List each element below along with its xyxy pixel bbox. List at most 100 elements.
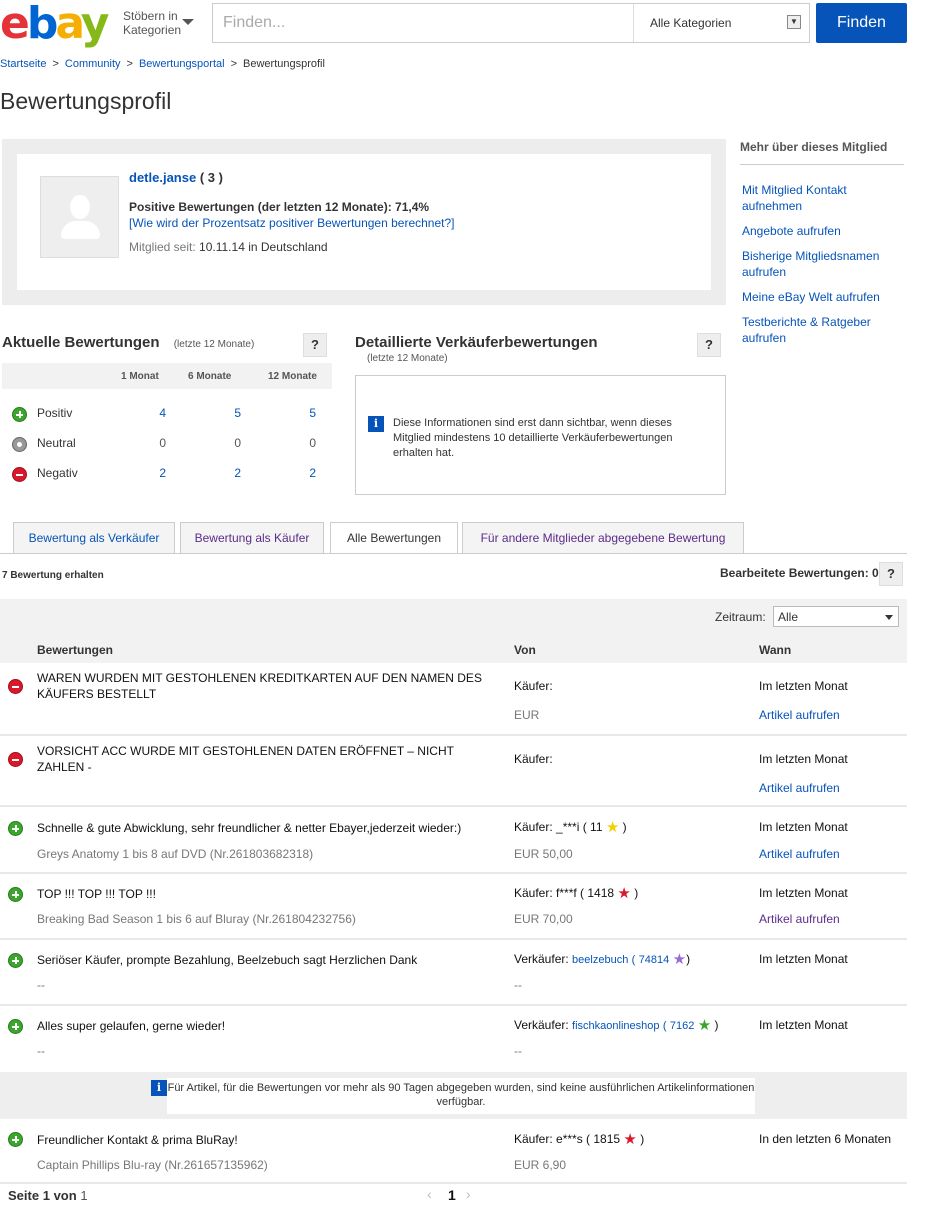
sidebar-link-listings[interactable]: Angebote aufrufen [742, 223, 904, 239]
column-header: Bewertungen [37, 643, 114, 657]
feedback-price: EUR 70,00 [514, 912, 573, 926]
category-value: Alle Kategorien [650, 16, 732, 30]
prev-page-icon[interactable]: ‹ [427, 1186, 432, 1202]
feedback-price: EUR 6,90 [514, 1158, 567, 1172]
rating-count: 0 [309, 436, 316, 450]
red-star-icon: ★ [623, 1131, 637, 1148]
pagination-summary: Seite 1 von 1 [8, 1188, 88, 1203]
username-line: detle.janse ( 3 ) [129, 170, 223, 185]
feedback-price: EUR [514, 708, 540, 722]
ebay-logo[interactable]: ebay [0, 0, 110, 49]
seller-ratings-help-button[interactable]: ? [697, 333, 721, 357]
breadcrumb-link[interactable]: Bewertungsportal [139, 58, 225, 70]
tab-left-for-others[interactable]: Für andere Mitglieder abgegebene Bewertu… [462, 522, 744, 553]
next-page-icon[interactable]: › [466, 1186, 471, 1202]
from-end: ) [634, 886, 639, 900]
feedback-comment: VORSICHT ACC WURDE MIT GESTOHLENEN DATEN… [37, 744, 454, 774]
column-header: 6 Monate [188, 371, 232, 382]
view-item-link[interactable]: Artikel aufrufen [759, 912, 840, 926]
tab-as-buyer[interactable]: Bewertung als Käufer [180, 522, 324, 553]
feedback-from: Käufer: f***f ( 1418 ★ ) [514, 886, 639, 901]
rating-count: 0 [234, 436, 241, 450]
column-header: Wann [759, 643, 792, 657]
positive-percentage: Positive Bewertungen (der letzten 12 Mon… [129, 200, 430, 214]
feedback-from: Verkäufer: beelzebuch ( 74814 ★) [514, 951, 691, 968]
from-text: Verkäufer: [514, 952, 569, 966]
sidebar-link-contact[interactable]: Mit Mitglied Kontakt aufnehmen [742, 182, 904, 214]
feedback-item: Greys Anatomy 1 bis 8 auf DVD (Nr.261803… [37, 847, 314, 861]
rating-count[interactable]: 2 [286, 466, 316, 480]
negative-icon [8, 752, 23, 767]
user-score-link[interactable]: 7162 [670, 1020, 694, 1032]
breadcrumb-link[interactable]: Startseite [0, 58, 46, 70]
view-item-link[interactable]: Artikel aufrufen [759, 781, 840, 795]
from-end: ) [622, 820, 627, 834]
info-icon: i [368, 416, 384, 432]
category-select[interactable]: Alle Kategorien ▼ [633, 4, 809, 42]
rating-count[interactable]: 5 [286, 406, 316, 420]
percentage-help-link[interactable]: [Wie wird der Prozentsatz positiver Bewe… [129, 216, 455, 230]
user-score-link[interactable]: 74814 [639, 954, 670, 966]
breadcrumb: Startseite > Community > Bewertungsportal > Be… [0, 58, 325, 70]
browse-categories[interactable]: Stöbern in Kategorien [123, 9, 181, 37]
feedback-when: Im letzten Monat [759, 752, 848, 766]
divider [740, 164, 904, 165]
feedback-when: Im letzten Monat [759, 952, 848, 966]
tab-as-seller[interactable]: Bewertung als Verkäufer [13, 522, 175, 553]
rating-count: 0 [159, 436, 166, 450]
search-input[interactable] [213, 4, 633, 42]
feedback-item: -- [37, 1044, 45, 1058]
view-item-link[interactable]: Artikel aufrufen [759, 708, 840, 722]
row-divider [0, 938, 907, 940]
user-link[interactable]: fischkaonlineshop [572, 1020, 659, 1032]
sidebar-link-my-world[interactable]: Meine eBay Welt aufrufen [742, 289, 904, 305]
info-icon: i [151, 1080, 167, 1096]
from-text: Käufer: e***s ( 1815 [514, 1132, 621, 1146]
view-item-link[interactable]: Artikel aufrufen [759, 847, 840, 861]
pager-of: von [53, 1188, 77, 1203]
column-header: 12 Monate [268, 371, 317, 382]
rating-count[interactable]: 2 [136, 466, 166, 480]
pager-current: 1 [42, 1188, 50, 1203]
from-end: ) [686, 952, 691, 966]
user-link[interactable]: beelzebuch [572, 954, 628, 966]
breadcrumb-link[interactable]: Community [65, 58, 121, 70]
current-ratings-help-button[interactable]: ? [303, 333, 327, 357]
seller-ratings-info: Diese Informationen sind erst dann sicht… [393, 417, 673, 459]
sidebar-title: Mehr über dieses Mitglied [740, 140, 888, 154]
username-link[interactable]: detle.janse [129, 170, 196, 185]
feedback-comment: Seriöser Käufer, prompte Bezahlung, Beel… [37, 953, 418, 967]
feedback-item: Captain Phillips Blu-ray (Nr.26165713596… [37, 1158, 268, 1172]
page-number[interactable]: 1 [448, 1187, 456, 1203]
logo-letter: y [80, 0, 110, 49]
negative-icon [12, 467, 27, 482]
logo-letter: e [0, 0, 30, 49]
feedback-from: Käufer: e***s ( 1815 ★ ) [514, 1131, 644, 1148]
sidebar-link-previous-names[interactable]: Bisherige Mitgliedsnamen aufrufen [742, 248, 904, 280]
chevron-down-icon[interactable] [182, 19, 194, 25]
feedback-comment: TOP !!! TOP !!! TOP !!! [37, 887, 156, 901]
from-text: Käufer: f***f ( 1418 [514, 886, 615, 900]
rating-count[interactable]: 4 [136, 406, 166, 420]
yellow-star-icon: ★ [605, 819, 620, 836]
purple-shooting-star-icon: ★ [672, 951, 687, 968]
tab-all[interactable]: Alle Bewertungen [330, 522, 458, 554]
avatar [40, 176, 119, 258]
rating-count[interactable]: 2 [211, 466, 241, 480]
sidebar-link-reviews[interactable]: Testberichte & Ratgeber aufrufen [742, 314, 904, 346]
member-since-label: Mitglied seit: [129, 240, 196, 254]
search-button[interactable]: Finden [816, 3, 907, 43]
rating-count[interactable]: 5 [211, 406, 241, 420]
browse-line: Kategorien [123, 23, 182, 37]
edited-count: Bearbeitete Bewertungen: 0 [720, 566, 879, 580]
feedback-comment: Schnelle & gute Abwicklung, sehr freundl… [37, 821, 462, 835]
search-bar: Alle Kategorien ▼ [212, 3, 810, 43]
feedback-from: Käufer: [514, 752, 553, 766]
edited-help-button[interactable]: ? [879, 562, 903, 586]
feedback-score: ( 3 ) [199, 170, 223, 185]
feedback-comment: WAREN WURDEN MIT GESTOHLENEN KREDITKARTE… [37, 671, 482, 701]
breadcrumb-current: Bewertungsprofil [243, 58, 325, 70]
dropdown-arrow-icon[interactable]: ▼ [787, 15, 801, 29]
tabs-divider [0, 553, 907, 554]
period-select[interactable]: Alle [773, 606, 899, 627]
